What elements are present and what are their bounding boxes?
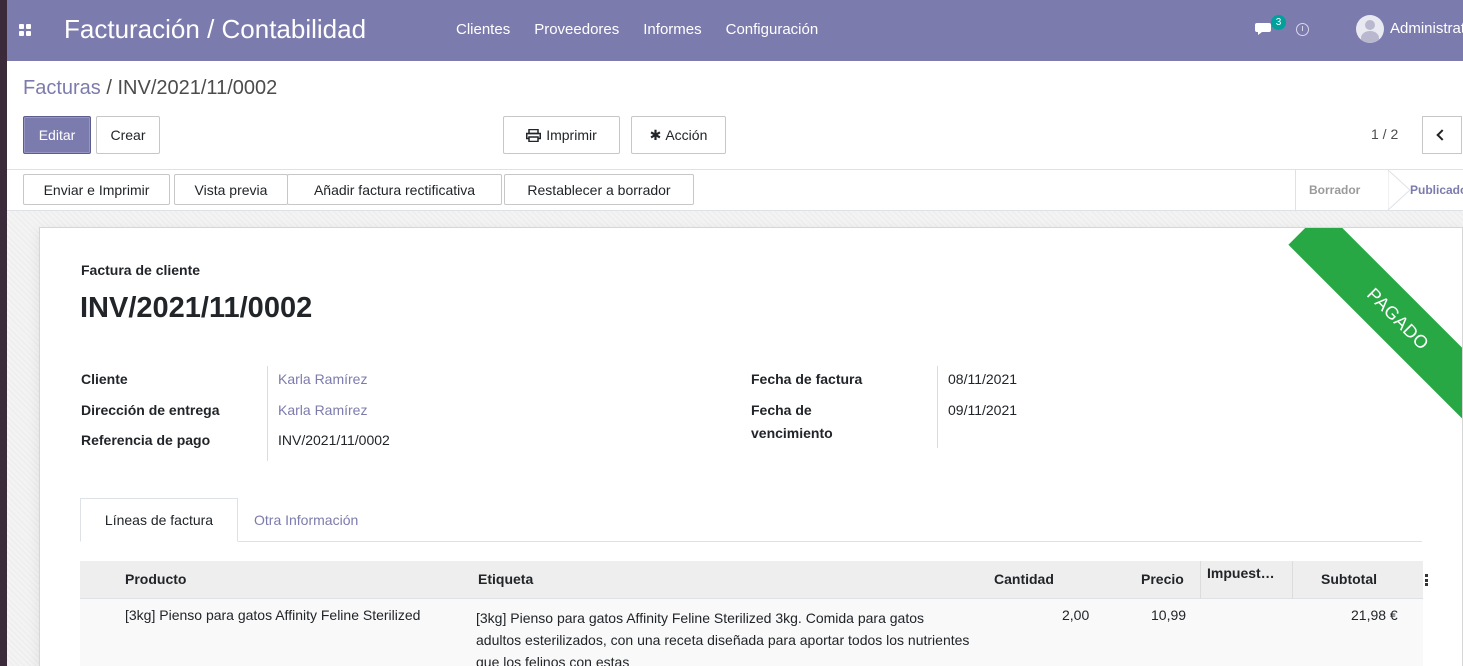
invoice-date-label: Fecha de factura (751, 371, 863, 387)
header-column-divider (1292, 561, 1293, 599)
window-edge (0, 0, 7, 666)
due-date-label-line1: Fecha de (751, 402, 812, 418)
user-avatar[interactable] (1356, 15, 1384, 43)
header-price[interactable]: Precio (1141, 571, 1184, 587)
activity-clock-icon[interactable] (1296, 23, 1309, 36)
customer-link[interactable]: Karla Ramírez (278, 371, 367, 387)
stage-separator (1295, 170, 1296, 210)
create-button[interactable]: Crear (96, 116, 160, 154)
chat-badge: 3 (1271, 15, 1286, 30)
reset-to-draft-button[interactable]: Restablecer a borrador (504, 174, 694, 205)
row-label: [3kg] Pienso para gatos Affinity Feline … (476, 610, 970, 666)
payment-reference-value: INV/2021/11/0002 (278, 432, 390, 448)
header-taxes[interactable]: Impuest… (1207, 565, 1275, 581)
pager-previous-button[interactable] (1422, 116, 1462, 154)
preview-button[interactable]: Vista previa (174, 174, 288, 205)
stage-draft[interactable]: Borrador (1309, 170, 1360, 210)
apps-menu-icon[interactable] (19, 24, 31, 36)
customer-label: Cliente (81, 371, 128, 387)
menu-item-informes[interactable]: Informes (643, 21, 701, 38)
print-icon (526, 128, 542, 142)
delivery-address-label: Dirección de entrega (81, 402, 220, 418)
breadcrumb-separator: / (100, 77, 118, 99)
menu-item-configuracion[interactable]: Configuración (726, 21, 819, 38)
invoice-date-value: 08/11/2021 (948, 371, 1018, 387)
top-navbar: Facturación / Contabilidad Clientes Prov… (7, 0, 1463, 61)
gear-icon: ✱ (649, 126, 662, 143)
row-subtotal: 21,98 € (1351, 607, 1398, 623)
document-type: Factura de cliente (81, 262, 201, 278)
header-subtotal[interactable]: Subtotal (1321, 571, 1377, 587)
print-button[interactable]: Imprimir (503, 116, 620, 154)
stage-arrow (1388, 170, 1410, 210)
optional-columns-icon[interactable] (1425, 574, 1428, 586)
tab-underline (238, 541, 1422, 542)
header-column-divider (1200, 561, 1201, 599)
action-label: Acción (665, 127, 708, 143)
menu-item-proveedores[interactable]: Proveedores (534, 21, 619, 38)
form-statusbar: Enviar e Imprimir Vista previa Añadir fa… (7, 169, 1463, 211)
action-button[interactable]: ✱ Acción (631, 116, 726, 154)
paid-ribbon: PAGADO (1288, 228, 1462, 429)
edit-button[interactable]: Editar (23, 116, 91, 154)
tab-other-info[interactable]: Otra Información (254, 498, 358, 542)
field-divider-right (937, 366, 938, 448)
row-product: [3kg] Pienso para gatos Affinity Feline … (125, 607, 421, 623)
breadcrumb-current: INV/2021/11/0002 (117, 77, 278, 99)
header-quantity[interactable]: Cantidad (994, 571, 1054, 587)
user-name[interactable]: Administrator (1390, 20, 1463, 37)
field-divider (267, 366, 268, 461)
due-date-value: 09/11/2021 (948, 402, 1018, 418)
table-row[interactable]: [3kg] Pienso para gatos Affinity Feline … (80, 599, 1423, 666)
due-date-label-line2: vencimiento (751, 425, 833, 441)
add-credit-note-button[interactable]: Añadir factura rectificativa (287, 174, 502, 205)
breadcrumb: Facturas / INV/2021/11/0002 (23, 77, 277, 100)
row-quantity: 2,00 (1062, 607, 1090, 623)
delivery-address-link[interactable]: Karla Ramírez (278, 402, 367, 418)
send-print-button[interactable]: Enviar e Imprimir (23, 174, 170, 205)
header-label[interactable]: Etiqueta (478, 571, 533, 587)
breadcrumb-facturas[interactable]: Facturas (23, 77, 101, 99)
app-title[interactable]: Facturación / Contabilidad (64, 14, 366, 45)
tab-invoice-lines[interactable]: Líneas de factura (80, 498, 238, 542)
invoice-number: INV/2021/11/0002 (80, 292, 313, 324)
main-menu: Clientes Proveedores Informes Configurac… (456, 21, 842, 38)
invoice-lines-header: Producto Etiqueta Cantidad Precio Impues… (80, 561, 1428, 599)
chevron-left-icon (1436, 129, 1448, 141)
invoice-sheet: PAGADO Factura de cliente INV/2021/11/00… (39, 227, 1463, 666)
payment-reference-label: Referencia de pago (81, 432, 211, 448)
print-label: Imprimir (546, 127, 597, 143)
pager-value[interactable]: 1 / 2 (1371, 126, 1398, 142)
row-price: 10,99 (1151, 607, 1187, 623)
menu-item-clientes[interactable]: Clientes (456, 21, 510, 38)
header-product[interactable]: Producto (125, 571, 186, 587)
stage-posted[interactable]: Publicado (1410, 170, 1463, 210)
